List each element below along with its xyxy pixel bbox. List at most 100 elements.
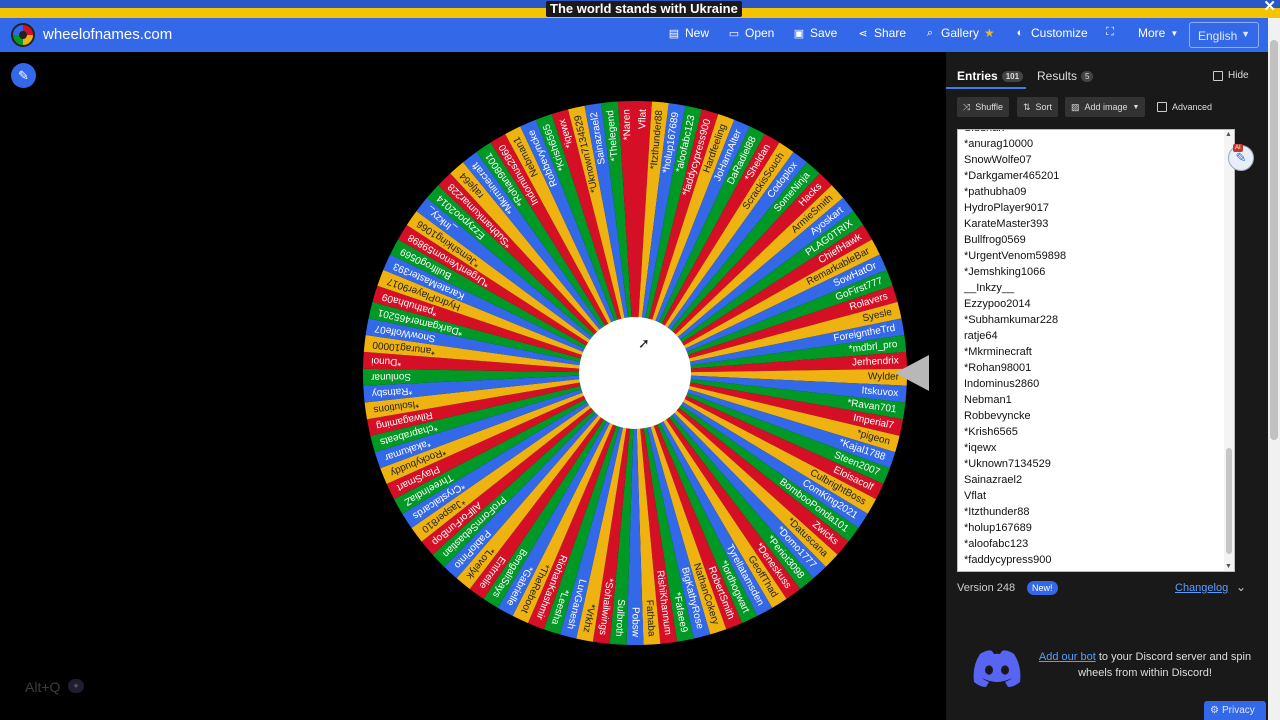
nav-more-button[interactable]: More ▼ xyxy=(1138,26,1178,40)
fullscreen-button[interactable]: ⛶ xyxy=(1104,26,1116,39)
file-icon: ▤ xyxy=(668,27,680,40)
wheel-label: Sulbroth xyxy=(613,599,626,637)
add-image-button[interactable]: ▨ Add image ▼ xyxy=(1065,97,1146,117)
privacy-button[interactable]: ⚙ Privacy xyxy=(1204,701,1266,720)
ai-pen-icon: ✎ xyxy=(1235,150,1247,165)
entry-line: Indominus2860 xyxy=(964,378,1040,390)
site-name[interactable]: wheelofnames.com xyxy=(43,26,172,43)
wheel-label: *Dunoi xyxy=(371,355,402,367)
sparkle-icon: ✦ xyxy=(68,679,84,693)
scrollbar-thumb[interactable] xyxy=(1270,40,1278,440)
entry-line: ratje64 xyxy=(964,330,998,342)
share-icon: ⋖ xyxy=(858,27,868,40)
wheel-label: *Naren xyxy=(621,109,633,140)
top-navbar: wheelofnames.com ▤ New ▭ Open ▣ Save ⋖ Share… xyxy=(0,18,1268,52)
nav-open-button[interactable]: ▭ Open xyxy=(728,26,775,40)
chevron-down-icon: ▼ xyxy=(1241,29,1250,39)
entry-line: *iqewx xyxy=(964,442,997,454)
ai-assistant-button[interactable]: AI ✎ xyxy=(1228,144,1254,171)
mouse-cursor-icon: ➚ xyxy=(638,335,650,351)
changelog-link[interactable]: Changelog xyxy=(1175,582,1228,594)
discord-promo: Add our bot to your Discord server and s… xyxy=(1038,651,1252,679)
ukraine-banner: The world stands with Ukraine ✕ xyxy=(0,0,1280,18)
wheel-pointer-icon xyxy=(895,355,929,391)
wheel-label: Fathaba xyxy=(644,600,657,638)
nav-gallery-button[interactable]: ⌕ Gallery ★ xyxy=(924,26,995,40)
site-logo-icon[interactable] xyxy=(11,23,35,47)
entry-line: *Krish6565 xyxy=(964,426,1018,438)
folder-icon: ▭ xyxy=(728,27,740,40)
checkbox-icon xyxy=(1213,70,1223,81)
version-label: Version 248 xyxy=(957,582,1016,594)
nav-customize-button[interactable]: ◐ Customize xyxy=(1014,26,1088,40)
gear-icon: ⚙ xyxy=(1210,705,1219,716)
chevron-down-icon[interactable]: ⌄ xyxy=(1236,580,1246,594)
caret-down-icon: ▼ xyxy=(1132,103,1140,111)
entry-line: Robbevyncke xyxy=(964,410,1031,422)
advanced-checkbox[interactable]: Advanced xyxy=(1157,102,1212,112)
checkbox-icon xyxy=(1157,102,1167,112)
banner-text: The world stands with Ukraine xyxy=(546,1,742,17)
side-panel: Entries 101 Results 5 Hide ⤨ Shuffle ⇅ Sor… xyxy=(946,52,1268,720)
entry-line: *Subhamkumar228 xyxy=(964,314,1059,326)
entries-scrollbar[interactable]: ▲ ▼ xyxy=(1224,130,1234,571)
wheel-label: Pobsw xyxy=(629,607,640,638)
wheel-svg[interactable]: Vflat *Itzthunder88*holup167689*aloofabc1… xyxy=(362,100,908,646)
scroll-down-icon[interactable]: ▼ xyxy=(1225,563,1232,570)
nav-new-button[interactable]: ▤ New xyxy=(668,26,709,40)
active-tab-indicator xyxy=(946,87,1026,89)
entry-line: Nebman1 xyxy=(964,394,1012,406)
entry-line: *aloofabc123 xyxy=(964,538,1029,550)
results-count-badge: 5 xyxy=(1081,70,1094,82)
entry-line: KarateMaster393 xyxy=(964,218,1049,230)
new-badge: New! xyxy=(1027,581,1058,595)
sort-icon: ⇅ xyxy=(1023,101,1031,112)
entries-scrollbar-thumb[interactable] xyxy=(1226,448,1232,554)
entry-line: SnowWolfe07 xyxy=(964,154,1032,166)
wheel[interactable]: Vflat *Itzthunder88 *holup167689 *aloofabc1… xyxy=(362,100,908,646)
entry-line: Bullfrog0569 xyxy=(964,234,1026,246)
palette-icon: ◐ xyxy=(1016,27,1024,39)
caret-down-icon: ▼ xyxy=(1170,28,1179,38)
entry-line: *anurag10000 xyxy=(964,138,1034,150)
ai-tag: AI xyxy=(1233,144,1243,152)
language-select[interactable]: English ▼ xyxy=(1189,22,1259,48)
entry-line: *UrgentVenom59898 xyxy=(964,250,1067,262)
edit-pencil-button[interactable]: ✎ xyxy=(11,63,36,88)
entry-line: *Darkgamer465201 xyxy=(964,170,1060,182)
entry-line: Sainazrael2 xyxy=(964,474,1023,486)
close-icon[interactable]: ✕ xyxy=(1263,0,1276,14)
shuffle-button[interactable]: ⤨ Shuffle xyxy=(957,97,1010,117)
wheel-label: Jerhendrix xyxy=(852,355,899,368)
shuffle-icon: ⤨ xyxy=(963,101,971,112)
entry-line: *faddycypress900 xyxy=(964,554,1052,566)
image-icon: ▨ xyxy=(1071,101,1080,112)
nav-save-button[interactable]: ▣ Save xyxy=(793,26,838,40)
nav-share-button[interactable]: ⋖ Share xyxy=(857,26,906,40)
wheel-label: Sonlunar xyxy=(370,371,411,383)
scroll-up-icon[interactable]: ▲ xyxy=(1225,131,1232,138)
entry-line: *Itzthunder88 xyxy=(964,506,1030,518)
entry-line: __Inkzy__ xyxy=(964,282,1015,294)
tab-entries[interactable]: Entries 101 xyxy=(957,69,1024,83)
wheel-label: Vflat xyxy=(637,109,649,130)
wheel-center[interactable] xyxy=(579,317,691,429)
hide-checkbox[interactable]: Hide xyxy=(1213,70,1249,81)
entries-textarea[interactable]: Siddhah *anurag10000 SnowWolfe07 *Darkgamer… xyxy=(957,129,1235,572)
entries-list: Siddhah *anurag10000 SnowWolfe07 *Darkgamer… xyxy=(964,130,1067,568)
entry-line: *Jemshking1066 xyxy=(964,266,1046,278)
shortcut-hint: Alt+Q xyxy=(25,679,61,695)
save-icon: ▣ xyxy=(793,27,805,40)
entry-line: *pathubha09 xyxy=(964,186,1027,198)
tab-results[interactable]: Results 5 xyxy=(1037,69,1094,83)
sort-button[interactable]: ⇅ Sort xyxy=(1017,97,1059,117)
entry-line: Ezzypoo2014 xyxy=(964,298,1031,310)
entry-line: Siddhah xyxy=(964,130,1066,136)
discord-bot-link[interactable]: Add our bot xyxy=(1039,651,1096,663)
page-scrollbar[interactable] xyxy=(1268,18,1280,720)
discord-icon xyxy=(973,650,1021,687)
entry-line: *Uknown7134529 xyxy=(964,458,1051,470)
entry-line: *Rohan98001 xyxy=(964,362,1032,374)
fullscreen-icon: ⛶ xyxy=(1106,26,1114,38)
search-icon: ⌕ xyxy=(926,26,934,39)
